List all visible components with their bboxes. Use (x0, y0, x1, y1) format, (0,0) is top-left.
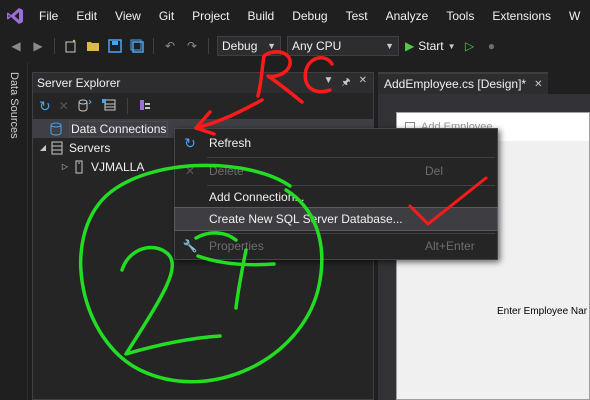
play-icon: ▶ (405, 39, 415, 53)
computer-icon (71, 160, 87, 174)
menu-separator (207, 157, 495, 158)
start-debugging-button[interactable]: ▶ Start ▼ (405, 39, 456, 53)
menu-item-shortcut: Alt+Enter (425, 239, 475, 253)
chevron-down-icon: ▼ (267, 41, 276, 51)
menu-item-label: Add Connection... (209, 190, 305, 204)
solution-configuration-value: Debug (222, 39, 258, 53)
document-tab-bar: AddEmployee.cs [Design]* ✕ (378, 72, 590, 94)
connect-to-database-icon[interactable] (77, 98, 93, 115)
menu-build[interactable]: Build (239, 0, 284, 32)
visual-studio-logo-icon[interactable] (0, 0, 30, 32)
menu-item-properties[interactable]: 🔧 Properties Alt+Enter (175, 235, 497, 257)
undo-icon[interactable]: ↶ (162, 38, 178, 54)
menu-view[interactable]: View (106, 0, 150, 32)
menu-item-create-new-sql-server-database[interactable]: Create New SQL Server Database... (174, 207, 498, 231)
solution-configuration-dropdown[interactable]: Debug ▼ (217, 36, 281, 56)
server-explorer-title-bar: Server Explorer ▼ 🖈 ✕ (33, 73, 373, 93)
menu-tools[interactable]: Tools (437, 0, 483, 32)
document-tab-label: AddEmployee.cs [Design]* (384, 77, 527, 91)
menu-item-shortcut: Del (425, 164, 444, 178)
navigate-forward-icon[interactable]: ▶ (30, 38, 46, 54)
refresh-icon: ↻ (184, 134, 196, 151)
wrench-icon: 🔧 (182, 239, 198, 253)
tree-node-label: Data Connections (69, 120, 169, 137)
save-icon[interactable] (107, 38, 123, 54)
toolbar-separator (208, 38, 209, 54)
menu-item-add-connection[interactable]: Add Connection... (175, 186, 497, 208)
context-menu: ↻ Refresh ✕ Delete Del Add Connection...… (174, 128, 498, 260)
close-tab-icon[interactable]: ✕ (534, 79, 542, 90)
document-tab-addemployee[interactable]: AddEmployee.cs [Design]* ✕ (378, 72, 549, 94)
menu-item-refresh[interactable]: ↻ Refresh (175, 132, 497, 154)
panel-title: Server Explorer (37, 76, 121, 90)
menu-extensions[interactable]: Extensions (483, 0, 560, 32)
toolbar-separator (54, 38, 55, 54)
delete-icon: ✕ (184, 164, 196, 178)
menu-git[interactable]: Git (150, 0, 183, 32)
navigate-back-icon[interactable]: ◀ (8, 38, 24, 54)
expanded-arrow-icon[interactable]: ◢ (37, 143, 49, 152)
connect-to-server-icon[interactable] (101, 98, 117, 115)
menu-bar: File Edit View Git Project Build Debug T… (0, 0, 590, 32)
standard-toolbar: ◀ ▶ ↶ ↷ Debug ▼ Any CPU ▼ ▶ Start ▼ ▷ ● (0, 32, 590, 60)
menu-debug[interactable]: Debug (283, 0, 336, 32)
visual-studio-window: File Edit View Git Project Build Debug T… (0, 0, 590, 400)
menu-analyze[interactable]: Analyze (377, 0, 438, 32)
employee-name-label[interactable]: Enter Employee Nar (497, 306, 587, 317)
close-icon[interactable]: ✕ (359, 75, 367, 92)
left-tool-strip: Data Sources (0, 62, 28, 400)
menu-project[interactable]: Project (183, 0, 238, 32)
start-label: Start (418, 39, 444, 53)
server-explorer-toolbar: ↻ ✕ (33, 93, 373, 119)
chevron-down-icon: ▼ (385, 41, 394, 51)
menu-file[interactable]: File (30, 0, 67, 32)
toolbar-separator (126, 98, 128, 114)
menu-item-label: Delete (209, 164, 244, 178)
redo-icon[interactable]: ↷ (184, 38, 200, 54)
menu-item-delete[interactable]: ✕ Delete Del (175, 160, 497, 182)
refresh-icon[interactable]: ↻ (39, 98, 51, 115)
tree-node-label: VJMALLA (91, 159, 145, 174)
start-without-debugging-icon[interactable]: ▷ (462, 38, 478, 54)
pin-icon[interactable]: 🖈 (341, 75, 350, 92)
collapsed-arrow-icon[interactable]: ▷ (59, 162, 71, 171)
servers-icon (49, 141, 65, 155)
open-folder-icon[interactable] (85, 38, 101, 54)
chevron-down-icon: ▼ (447, 41, 456, 51)
data-sources-tab[interactable]: Data Sources (8, 72, 20, 139)
menu-separator (207, 233, 495, 234)
save-all-icon[interactable] (129, 38, 145, 54)
tree-node-label: Servers (69, 140, 111, 155)
menu-edit[interactable]: Edit (67, 0, 106, 32)
window-position-icon[interactable]: ▼ (323, 75, 333, 92)
menu-item-label: Properties (209, 239, 264, 253)
menu-item-label: Refresh (209, 136, 252, 150)
hot-reload-icon[interactable]: ● (484, 38, 500, 54)
stop-refresh-icon[interactable]: ✕ (59, 99, 69, 113)
solution-platform-value: Any CPU (292, 39, 342, 53)
sharepoint-connection-icon[interactable] (138, 98, 152, 115)
toolbar-separator (153, 38, 154, 54)
menu-window[interactable]: W (560, 0, 589, 32)
data-connections-icon (49, 122, 65, 136)
menu-test[interactable]: Test (337, 0, 377, 32)
new-project-icon[interactable] (63, 38, 79, 54)
menu-item-label: Create New SQL Server Database... (209, 212, 403, 226)
solution-platform-dropdown[interactable]: Any CPU ▼ (287, 36, 399, 56)
